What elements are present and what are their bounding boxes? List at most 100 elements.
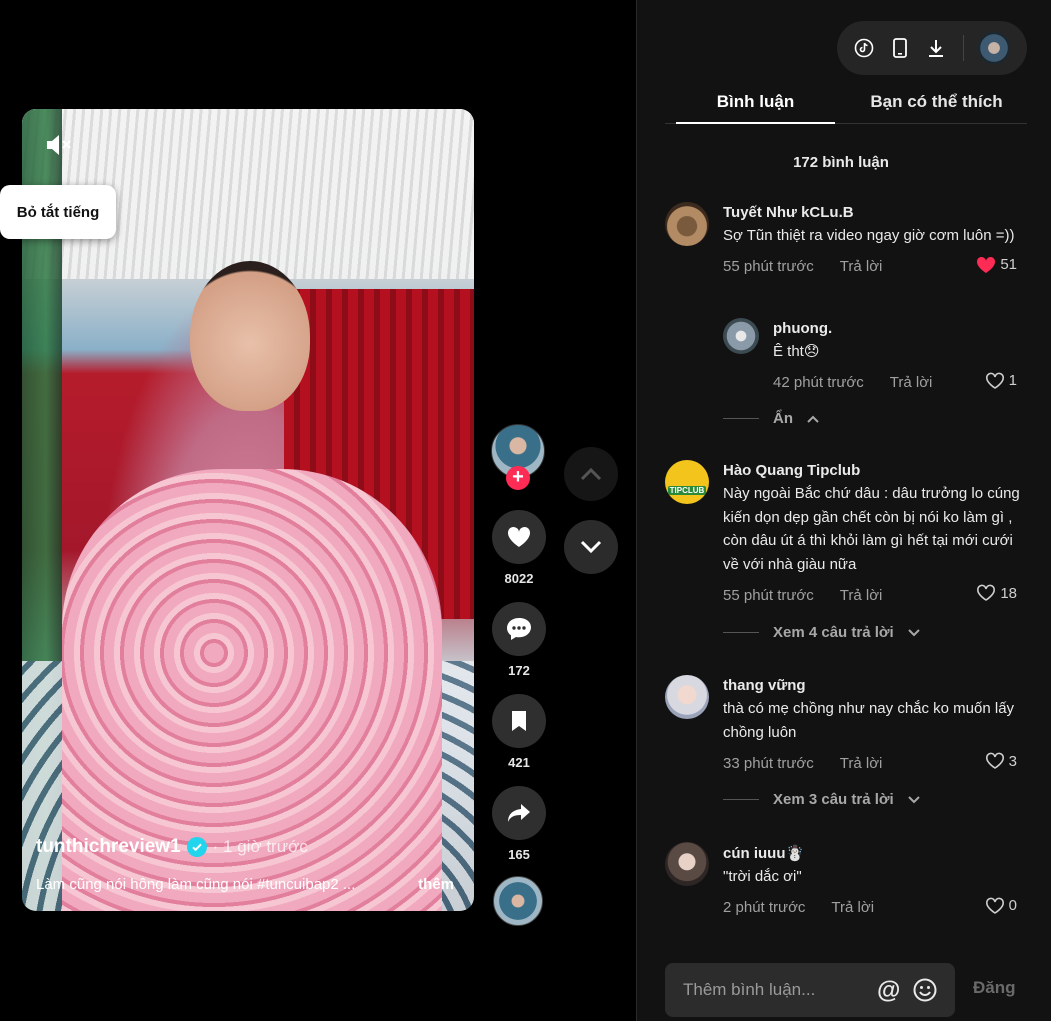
view-replies-toggle[interactable]: Xem 3 câu trả lời	[723, 791, 920, 808]
like-action: 8022	[491, 510, 547, 586]
chevron-down-icon	[580, 540, 602, 554]
comment-input[interactable]	[665, 963, 865, 1017]
video-stage: tunthichreview1 · 1 giờ trước Làm cũng n…	[0, 0, 636, 1021]
comment-total: 172 bình luận	[793, 154, 889, 171]
tipclub-badge: TIPCLUB	[667, 486, 707, 495]
mute-tooltip: Bỏ tắt tiếng	[0, 185, 116, 239]
phone-icon	[893, 38, 907, 58]
comment-like-count: 51	[1000, 256, 1017, 273]
comment-avatar[interactable]: TIPCLUB	[665, 460, 709, 504]
share-count: 165	[508, 847, 530, 862]
comment-avatar[interactable]	[665, 675, 709, 719]
smiley-icon	[913, 978, 937, 1002]
comment-time: 55 phút trước	[723, 258, 814, 275]
comments-panel: Bình luận Bạn có thể thích 172 bình luận…	[636, 0, 1051, 1021]
comment-username[interactable]: cún iuuu☃️	[723, 844, 1023, 862]
like-count: 8022	[504, 571, 534, 586]
reply-button[interactable]: Trả lời	[840, 258, 883, 275]
heart-filled-icon	[977, 256, 996, 273]
comment-input-bar: @	[665, 963, 955, 1017]
top-toolbar	[837, 21, 1027, 75]
comment-like-button[interactable]: 3	[985, 752, 1017, 770]
view-replies-toggle[interactable]: Xem 4 câu trả lời	[723, 624, 920, 641]
video-caption: Làm cũng nói hông làm cũng nói #tuncuiba…	[36, 876, 356, 893]
save-button[interactable]	[492, 694, 546, 748]
hide-replies-label: Ẩn	[773, 410, 793, 427]
caption-more-link[interactable]: thêm	[418, 876, 454, 893]
view-replies-label: Xem 4 câu trả lời	[773, 624, 894, 641]
heart-outline-icon	[985, 372, 1004, 389]
mention-button[interactable]: @	[877, 977, 900, 1005]
divider-line	[723, 418, 759, 419]
download-button[interactable]	[925, 37, 947, 59]
comment-avatar[interactable]	[665, 842, 709, 886]
reply-username[interactable]: phuong.	[773, 320, 1023, 337]
panel-tabs: Bình luận Bạn có thể thích	[665, 90, 1027, 124]
emoji-button[interactable]	[913, 978, 937, 1002]
mute-button[interactable]	[44, 132, 74, 158]
comment-like-button[interactable]: 18	[976, 584, 1017, 602]
reply-like-count: 1	[1008, 372, 1017, 389]
tab-comments[interactable]: Bình luận	[665, 90, 846, 124]
reply-button[interactable]: Trả lời	[831, 899, 874, 916]
video-post-time: · 1 giờ trước	[212, 837, 308, 856]
save-count: 421	[508, 755, 530, 770]
reply-avatar[interactable]	[723, 318, 759, 354]
comment-avatar[interactable]	[665, 202, 709, 246]
comment-like-button[interactable]: 0	[985, 897, 1017, 915]
chevron-down-icon	[908, 628, 920, 636]
heart-outline-icon	[985, 752, 1004, 769]
comment-bubble-icon	[507, 618, 531, 640]
device-button[interactable]	[889, 37, 911, 59]
verified-icon	[186, 837, 207, 857]
comment-text: "trời dắc ơi"	[723, 868, 802, 885]
divider-line	[723, 799, 759, 800]
previous-video-button[interactable]	[564, 447, 618, 501]
comment-like-count: 3	[1008, 752, 1017, 770]
divider-line	[723, 632, 759, 633]
share-action: 165	[491, 786, 547, 862]
comment-time: 55 phút trước	[723, 586, 814, 604]
comment-username[interactable]: Hào Quang Tipclub	[723, 462, 1023, 479]
comment-time: 2 phút trước	[723, 899, 806, 916]
next-video-button[interactable]	[564, 520, 618, 574]
save-action: 421	[491, 694, 547, 770]
hide-replies-toggle[interactable]: Ẩn	[723, 410, 819, 427]
reply-like-button[interactable]: 1	[985, 372, 1017, 390]
comment-like-button[interactable]: 51	[976, 256, 1017, 274]
tiktok-icon	[854, 38, 874, 58]
comment-like-count: 18	[1000, 584, 1017, 602]
bookmark-icon	[512, 711, 526, 731]
chevron-down-icon	[908, 795, 920, 803]
comment-text: Sợ Tũn thiệt ra video ngay giờ cơm luôn …	[723, 227, 1015, 244]
comment-username[interactable]: Tuyết Như kCLu.B	[723, 204, 1023, 221]
download-icon	[929, 40, 943, 57]
chevron-up-icon	[580, 467, 602, 481]
reply-button[interactable]: Trả lời	[890, 374, 933, 391]
comment-button[interactable]	[492, 602, 546, 656]
share-arrow-icon	[508, 804, 530, 822]
video-frame-face	[190, 261, 310, 411]
heart-icon	[507, 526, 531, 547]
comment-username[interactable]: thang vững	[723, 677, 1023, 694]
reply-button[interactable]: Trả lời	[840, 755, 883, 772]
action-bar: + 8022 172 421 165	[491, 424, 547, 926]
comment-time: 33 phút trước	[723, 754, 814, 772]
comment-like-count: 0	[1008, 897, 1017, 914]
music-disc[interactable]	[493, 876, 543, 926]
user-profile-avatar[interactable]	[978, 32, 1010, 64]
video-author[interactable]: tunthichreview1	[36, 836, 181, 858]
like-button[interactable]	[492, 510, 546, 564]
reply-text: Ê tht😞	[773, 343, 820, 360]
share-button[interactable]	[492, 786, 546, 840]
comment-text: Này ngoài Bắc chứ dâu : dâu trưởng lo cú…	[723, 485, 1020, 573]
chevron-up-icon	[807, 415, 819, 423]
video-meta: tunthichreview1 · 1 giờ trước Làm cũng n…	[36, 834, 466, 893]
tiktok-logo-button[interactable]	[853, 37, 875, 59]
post-comment-button[interactable]: Đăng	[973, 978, 1016, 998]
toolbar-divider	[963, 35, 964, 61]
reply-button[interactable]: Trả lời	[840, 587, 883, 604]
comment-action: 172	[491, 602, 547, 678]
follow-plus-button[interactable]: +	[506, 466, 530, 490]
tab-you-may-like[interactable]: Bạn có thể thích	[846, 90, 1027, 123]
